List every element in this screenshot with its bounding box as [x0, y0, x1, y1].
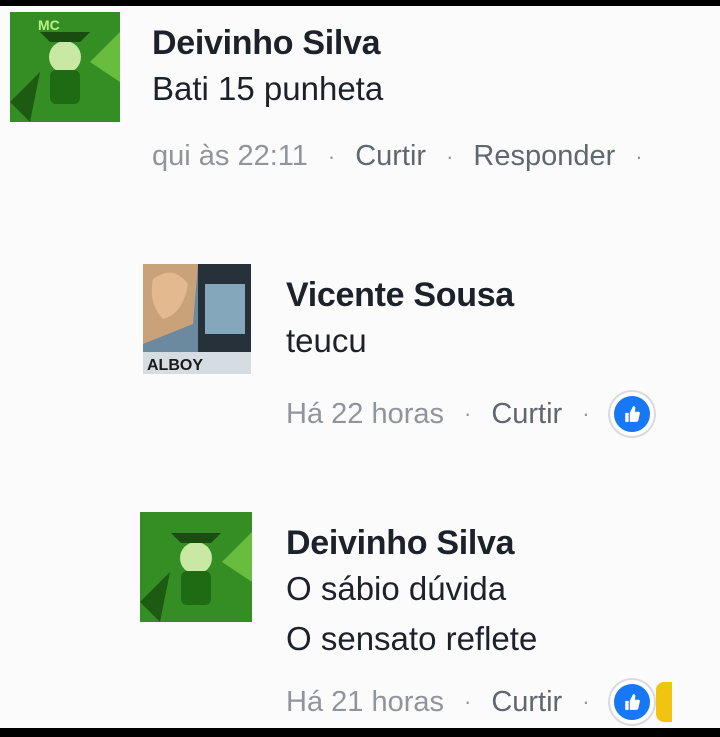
svg-text:MC: MC [38, 17, 60, 33]
like-link[interactable]: Curtir [491, 686, 562, 719]
meta-separator: · [582, 401, 590, 426]
comment-timestamp[interactable]: Há 22 horas [286, 398, 444, 431]
avatar-image [140, 512, 252, 622]
like-link[interactable]: Curtir [355, 140, 426, 173]
comment-meta: Há 21 horas · Curtir · [286, 680, 672, 724]
reply-link[interactable]: Responder [473, 140, 615, 173]
meta-separator: · [327, 143, 336, 169]
thumbs-up-icon[interactable] [609, 680, 654, 724]
avatar[interactable]: MC [10, 12, 120, 122]
avatar[interactable]: ALBOY [143, 264, 251, 374]
comment-text-line-2: O sensato reflete [286, 620, 538, 657]
avatar-image: ALBOY [143, 264, 251, 374]
avatar-image: MC [10, 12, 120, 122]
avatar[interactable] [140, 512, 252, 622]
comment-meta: Há 22 horas · Curtir · [286, 392, 654, 436]
thumbs-up-icon[interactable] [609, 392, 654, 436]
comment-text: Bati 15 punheta [152, 70, 384, 107]
meta-separator: · [446, 143, 454, 169]
comment-thread: MC Deivinho Silva Bati 15 punheta qui às… [0, 6, 720, 728]
meta-separator: · [464, 401, 472, 426]
comment-text: teucu [286, 322, 367, 359]
comment-author[interactable]: Deivinho Silva [286, 524, 515, 563]
meta-separator: · [635, 143, 643, 169]
svg-text:ALBOY: ALBOY [147, 357, 203, 374]
comment-author[interactable]: Deivinho Silva [152, 24, 381, 63]
comment-meta: qui às 22:11 · Curtir · Responder · [152, 140, 663, 173]
comment-timestamp[interactable]: Há 21 horas [286, 686, 444, 719]
comment-author[interactable]: Vicente Sousa [286, 276, 514, 315]
smile-reaction-icon [655, 682, 672, 722]
comment-text-line-1: O sábio dúvida [286, 570, 507, 607]
like-link[interactable]: Curtir [491, 398, 562, 431]
meta-separator: · [582, 689, 590, 714]
meta-separator: · [464, 689, 472, 714]
comment-timestamp[interactable]: qui às 22:11 [152, 140, 308, 173]
